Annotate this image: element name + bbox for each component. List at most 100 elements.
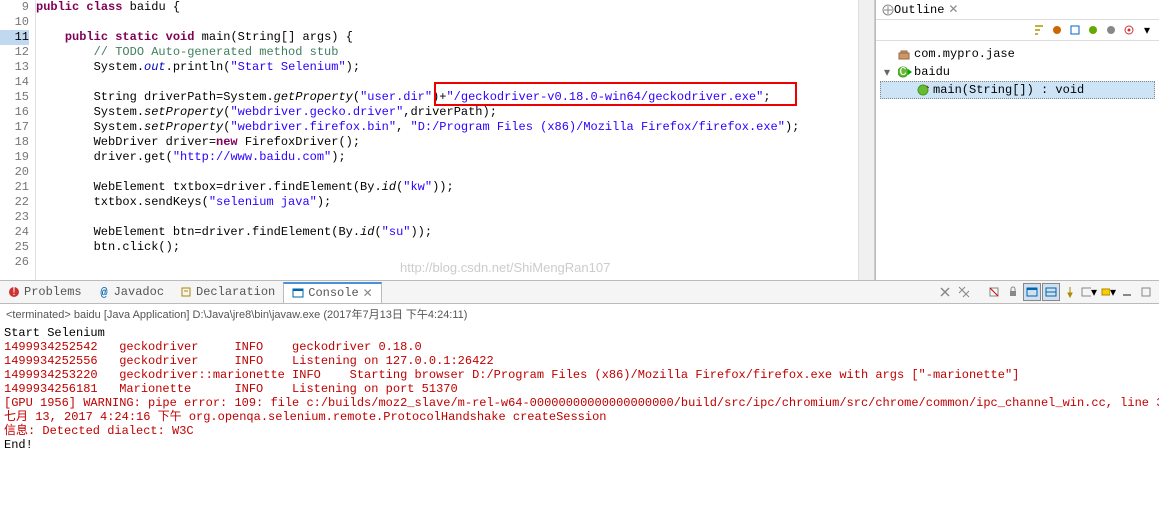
- line-number: 12: [0, 45, 29, 60]
- line-number: 18: [0, 135, 29, 150]
- remove-all-icon[interactable]: [955, 283, 973, 301]
- console-icon: [292, 287, 304, 299]
- code-line[interactable]: txtbox.sendKeys("selenium java");: [36, 195, 858, 210]
- console-line: Start Selenium: [4, 326, 1155, 340]
- console-line: 1499934253220 geckodriver::marionette IN…: [4, 368, 1155, 382]
- outline-item[interactable]: Smain(String[]) : void: [880, 81, 1155, 99]
- code-editor[interactable]: 91011121314151617181920212223242526 publ…: [0, 0, 875, 280]
- line-number: 19: [0, 150, 29, 165]
- code-line[interactable]: [36, 210, 858, 225]
- maximize-icon[interactable]: [1137, 283, 1155, 301]
- code-area[interactable]: public class baidu { public static void …: [36, 0, 858, 280]
- line-number: 26: [0, 255, 29, 270]
- editor-scrollbar[interactable]: [858, 0, 874, 280]
- console-line: 1499934252556 geckodriver INFO Listening…: [4, 354, 1155, 368]
- code-line[interactable]: System.setProperty("webdriver.gecko.driv…: [36, 105, 858, 120]
- declaration-icon: [180, 286, 192, 298]
- line-number: 9: [0, 0, 29, 15]
- clear-console-icon[interactable]: [985, 283, 1003, 301]
- line-number: 23: [0, 210, 29, 225]
- code-line[interactable]: [36, 75, 858, 90]
- outline-item[interactable]: ▾ Cbaidu: [880, 63, 1155, 81]
- tab-console[interactable]: Console ✕: [283, 282, 381, 303]
- console-toolbar: ▾ ▾: [936, 283, 1159, 301]
- hide-local-icon[interactable]: [1103, 22, 1119, 38]
- outline-title: Outline: [894, 3, 944, 17]
- outline-toolbar: ▾: [876, 20, 1159, 41]
- console-line: 1499934256181 Marionette INFO Listening …: [4, 382, 1155, 396]
- sort-icon[interactable]: [1031, 22, 1047, 38]
- outline-item[interactable]: com.mypro.jase: [880, 45, 1155, 63]
- collapse-icon[interactable]: ▾: [884, 65, 894, 80]
- code-line[interactable]: [36, 165, 858, 180]
- tab-label: Console: [308, 286, 358, 300]
- console-line: 1499934252542 geckodriver INFO geckodriv…: [4, 340, 1155, 354]
- code-line[interactable]: // TODO Auto-generated method stub: [36, 45, 858, 60]
- close-icon[interactable]: ✕: [363, 286, 373, 301]
- outline-panel: Outline ✕ ▾ com.mypro.jase ▾ Cbaidu Smain(S…: [875, 0, 1159, 280]
- outline-tree[interactable]: com.mypro.jase ▾ Cbaidu Smain(String[]) : v…: [876, 41, 1159, 103]
- line-number: 13: [0, 60, 29, 75]
- focus-icon[interactable]: [1121, 22, 1137, 38]
- code-line[interactable]: public class baidu {: [36, 0, 858, 15]
- console-line: [GPU 1956] WARNING: pipe error: 109: fil…: [4, 396, 1155, 410]
- code-line[interactable]: [36, 255, 858, 270]
- code-line[interactable]: WebElement btn=driver.findElement(By.id(…: [36, 225, 858, 240]
- line-number: 25: [0, 240, 29, 255]
- tab-javadoc[interactable]: @ Javadoc: [90, 282, 172, 303]
- outline-item-label: baidu: [914, 65, 950, 79]
- line-number: 16: [0, 105, 29, 120]
- code-line[interactable]: System.out.println("Start Selenium");: [36, 60, 858, 75]
- view-menu-icon[interactable]: ▾: [1139, 22, 1155, 38]
- code-line[interactable]: btn.click();: [36, 240, 858, 255]
- hide-static-icon[interactable]: [1067, 22, 1083, 38]
- line-number: 21: [0, 180, 29, 195]
- code-line[interactable]: WebElement txtbox=driver.findElement(By.…: [36, 180, 858, 195]
- line-number: 10: [0, 15, 29, 30]
- tab-problems[interactable]: !Problems: [0, 282, 90, 303]
- code-line[interactable]: String driverPath=System.getProperty("us…: [36, 90, 858, 105]
- hide-nonpublic-icon[interactable]: [1085, 22, 1101, 38]
- console-line: 七月 13, 2017 4:24:16 下午 org.openqa.seleni…: [4, 410, 1155, 424]
- outline-item-label: com.mypro.jase: [914, 47, 1015, 61]
- tab-declaration[interactable]: Declaration: [172, 282, 283, 303]
- terminated-label: <terminated> baidu [Java Application] D:…: [0, 304, 1159, 324]
- hide-fields-icon[interactable]: [1049, 22, 1065, 38]
- display-menu-icon[interactable]: ▾: [1080, 283, 1098, 301]
- code-line[interactable]: [36, 15, 858, 30]
- line-number: 15: [0, 90, 29, 105]
- svg-text:@: @: [100, 286, 107, 298]
- class-run-icon: C: [898, 66, 910, 78]
- show-standard-out-icon[interactable]: [1042, 283, 1060, 301]
- line-number: 24: [0, 225, 29, 240]
- code-line[interactable]: System.setProperty("webdriver.firefox.bi…: [36, 120, 858, 135]
- line-number: 22: [0, 195, 29, 210]
- console-line: End!: [4, 438, 1155, 452]
- outline-item-label: main(String[]) : void: [933, 83, 1084, 97]
- line-number: 17: [0, 120, 29, 135]
- show-console-icon[interactable]: [1023, 283, 1041, 301]
- svg-text:!: !: [10, 286, 17, 298]
- console-line: 信息: Detected dialect: W3C: [4, 424, 1155, 438]
- line-number: 20: [0, 165, 29, 180]
- code-line[interactable]: public static void main(String[] args) {: [36, 30, 858, 45]
- line-number: 11: [0, 30, 29, 45]
- pin-console-icon[interactable]: [1061, 283, 1079, 301]
- remove-launch-icon[interactable]: [936, 283, 954, 301]
- code-line[interactable]: WebDriver driver=new FirefoxDriver();: [36, 135, 858, 150]
- minimize-icon[interactable]: [1118, 283, 1136, 301]
- line-number: 14: [0, 75, 29, 90]
- svg-text:C: C: [899, 66, 906, 78]
- javadoc-icon: @: [98, 286, 110, 298]
- console-output[interactable]: Start Selenium1499934252542 geckodriver …: [0, 324, 1159, 454]
- line-gutter: 91011121314151617181920212223242526: [0, 0, 36, 280]
- tab-label: Javadoc: [114, 285, 164, 299]
- outline-icon: [882, 4, 894, 16]
- close-icon[interactable]: ✕: [948, 2, 958, 17]
- open-console-icon[interactable]: ▾: [1099, 283, 1117, 301]
- method-icon: S: [917, 84, 929, 96]
- problems-icon: !: [8, 286, 20, 298]
- scroll-lock-icon[interactable]: [1004, 283, 1022, 301]
- tab-label: Declaration: [196, 285, 275, 299]
- code-line[interactable]: driver.get("http://www.baidu.com");: [36, 150, 858, 165]
